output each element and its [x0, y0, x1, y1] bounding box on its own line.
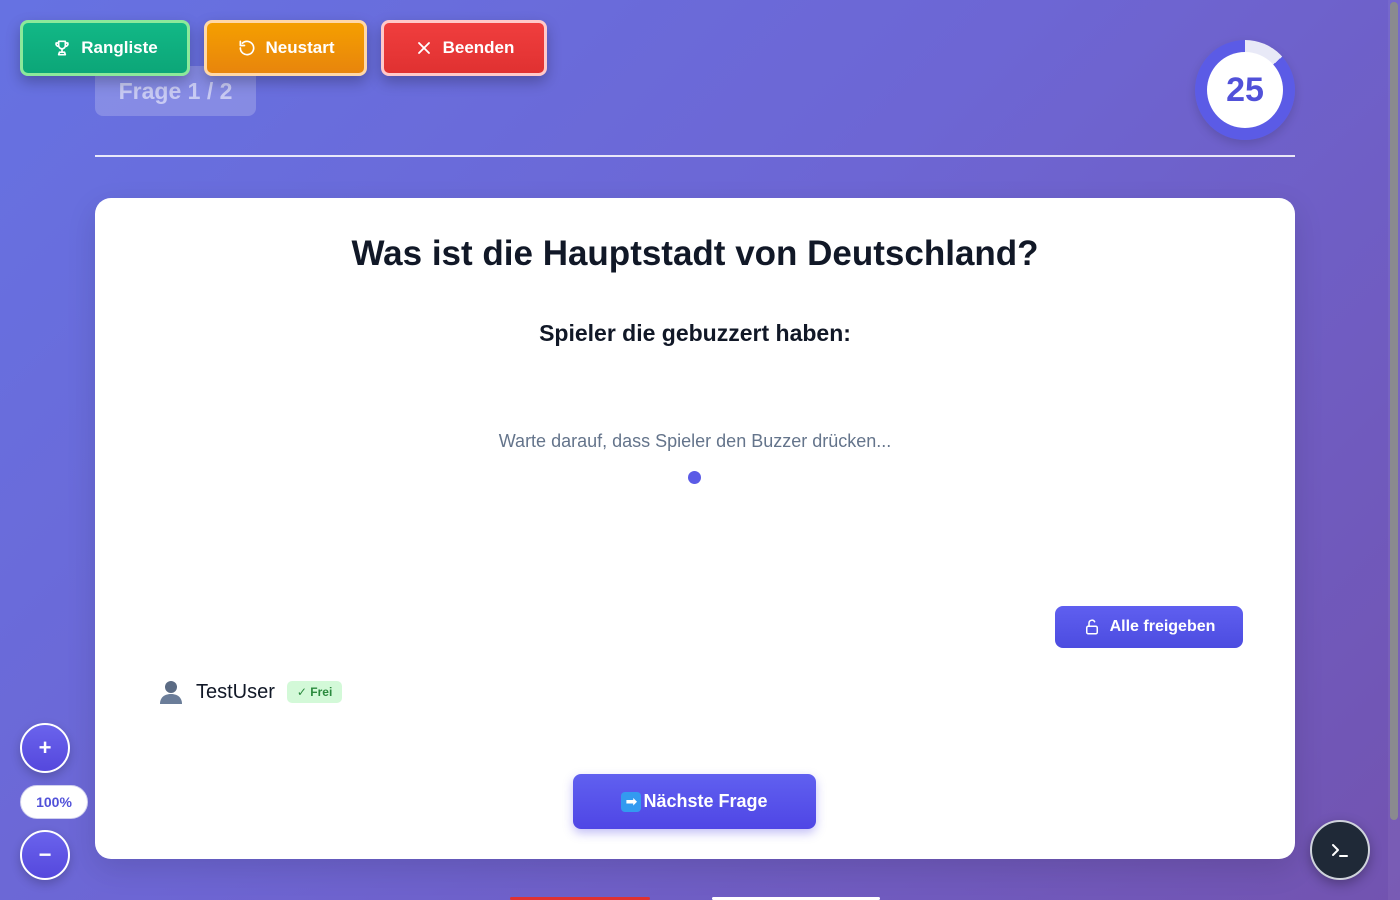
question-text: Was ist die Hauptstadt von Deutschland? [351, 234, 1039, 273]
release-all-button[interactable]: Alle freigeben [1055, 606, 1243, 648]
header-divider [95, 155, 1295, 157]
next-question-button[interactable]: ➡ Nächste Frage [573, 774, 816, 829]
loading-indicator [688, 471, 701, 484]
player-row: TestUser ✓ Frei [158, 679, 343, 705]
close-icon [417, 42, 430, 54]
zoom-level: 100% [20, 785, 88, 819]
page-scrollbar[interactable] [1388, 0, 1400, 900]
player-name: TestUser [196, 680, 275, 703]
quit-label: Beenden [442, 38, 515, 57]
timer-value: 25 [1207, 52, 1283, 128]
countdown-timer: 25 [1195, 40, 1295, 140]
trophy-icon [55, 40, 70, 56]
scrollbar-thumb[interactable] [1390, 2, 1398, 820]
terminal-button[interactable] [1310, 820, 1370, 880]
release-all-label: Alle freigeben [1109, 618, 1216, 635]
user-icon [158, 679, 184, 705]
restart-label: Neustart [265, 38, 335, 57]
next-question-label: Nächste Frage [643, 791, 768, 811]
arrow-right-icon: ➡ [621, 791, 642, 812]
buzzed-players-heading: Spieler die gebuzzert haben: [539, 320, 851, 346]
leaderboard-label: Rangliste [81, 38, 158, 57]
top-toolbar: Rangliste Neustart Beenden [20, 20, 547, 76]
player-status-badge: ✓ Frei [286, 681, 343, 703]
rotate-ccw-icon [239, 40, 254, 56]
waiting-message: Warte darauf, dass Spieler den Buzzer dr… [498, 431, 892, 451]
terminal-icon [1332, 844, 1348, 857]
unlock-icon [1085, 619, 1098, 635]
question-card: Was ist die Hauptstadt von Deutschland? … [95, 198, 1295, 859]
zoom-out-button[interactable]: − [20, 830, 70, 880]
zoom-in-button[interactable]: + [20, 723, 70, 773]
leaderboard-button[interactable]: Rangliste [20, 20, 190, 76]
quit-button[interactable]: Beenden [381, 20, 547, 76]
restart-button[interactable]: Neustart [204, 20, 367, 76]
